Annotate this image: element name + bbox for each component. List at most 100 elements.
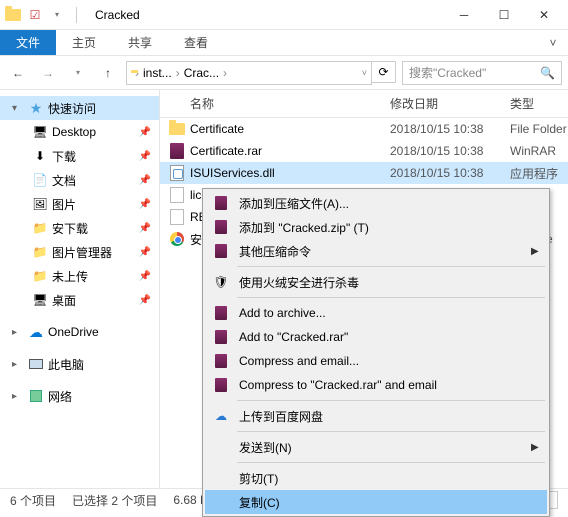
file-name: Certificate — [186, 122, 390, 136]
col-date[interactable]: 修改日期 — [390, 95, 510, 112]
sidebar-onedrive[interactable]: ▸ ☁ OneDrive — [0, 320, 159, 344]
sidebar-label: 快速访问 — [48, 100, 96, 117]
menu-item[interactable]: 剪切(T) — [205, 466, 547, 490]
sidebar-item[interactable]: ⬇ 下载 📌 — [0, 144, 159, 168]
titlebar: ☑ ▾ Cracked ─ ☐ ✕ — [0, 0, 568, 30]
submenu-arrow-icon: ▶ — [531, 246, 547, 257]
sidebar-item[interactable]: 📁 安下载 📌 — [0, 216, 159, 240]
window-title: Cracked — [95, 8, 140, 22]
star-icon: ★ — [28, 100, 44, 116]
sidebar-item-label: 未上传 — [52, 268, 88, 285]
menu-item[interactable]: 🛡 使用火绒安全进行杀毒 — [205, 270, 547, 294]
sidebar-item-icon: 🖥 — [32, 292, 48, 308]
sidebar-item[interactable]: 📄 文档 📌 — [0, 168, 159, 192]
submenu-arrow-icon: ▶ — [531, 442, 547, 453]
rar-icon — [209, 217, 233, 237]
rar-icon — [209, 241, 233, 261]
crumb-segment[interactable]: inst... — [143, 66, 172, 80]
sidebar-item-icon: 📁 — [32, 268, 48, 284]
chevron-right-icon[interactable]: › — [174, 66, 182, 80]
col-name[interactable]: 名称 — [160, 95, 390, 112]
sidebar-quick-access[interactable]: ▾ ★ 快速访问 — [0, 96, 159, 120]
menu-item-label: 发送到(N) — [233, 439, 531, 456]
refresh-button[interactable]: ⟳ — [372, 61, 396, 83]
txt-icon — [168, 187, 186, 203]
menu-item[interactable]: 添加到压缩文件(A)... — [205, 191, 547, 215]
menu-item[interactable]: Add to archive... — [205, 301, 547, 325]
file-row[interactable]: Certificate 2018/10/15 10:38 File Folder — [160, 118, 568, 140]
shield-icon: 🛡 — [209, 272, 233, 292]
pin-icon: 📌 — [139, 223, 151, 234]
menu-item[interactable]: Compress and email... — [205, 349, 547, 373]
rar-icon — [168, 143, 186, 159]
menu-item-label: 其他压缩命令 — [233, 243, 531, 260]
sidebar-item[interactable]: 🖼 图片 📌 — [0, 192, 159, 216]
file-date: 2018/10/15 10:38 — [390, 144, 510, 158]
chevron-right-icon[interactable]: › — [133, 66, 141, 80]
menu-item-label: 使用火绒安全进行杀毒 — [233, 274, 547, 291]
txt-icon — [168, 209, 186, 225]
file-row[interactable]: Certificate.rar 2018/10/15 10:38 WinRAR — [160, 140, 568, 162]
crumb-segment[interactable]: Crac... — [184, 66, 219, 80]
search-input[interactable]: 搜索"Cracked" 🔍 — [402, 61, 562, 85]
file-type: WinRAR — [510, 144, 568, 158]
menu-item[interactable]: 发送到(N) ▶ — [205, 435, 547, 459]
sidebar-item-icon: 📁 — [32, 244, 48, 260]
tab-view[interactable]: 查看 — [168, 30, 224, 55]
tab-share[interactable]: 共享 — [112, 30, 168, 55]
sidebar-item[interactable]: 📁 图片管理器 📌 — [0, 240, 159, 264]
sidebar-item-icon: 🖥 — [32, 124, 48, 140]
menu-item[interactable]: Compress to "Cracked.rar" and email — [205, 373, 547, 397]
pc-icon — [28, 356, 44, 372]
breadcrumb-dropdown-icon[interactable]: ˅ — [362, 68, 367, 78]
sidebar-item-label: 安下载 — [52, 220, 88, 237]
ribbon-expand-icon[interactable]: ˅ — [538, 30, 568, 55]
nav-up-button[interactable]: ↑ — [96, 61, 120, 85]
nav-recent-dropdown[interactable]: ▾ — [66, 61, 90, 85]
sidebar-item-label: 文档 — [52, 172, 76, 189]
sidebar-item-label: 图片管理器 — [52, 244, 112, 261]
sidebar-item-icon: 🖼 — [32, 196, 48, 212]
breadcrumb[interactable]: › inst... › Crac... › ˅ — [126, 61, 372, 85]
sidebar-item-label: 下载 — [52, 148, 76, 165]
file-type: File Folder — [510, 122, 568, 136]
menu-item[interactable]: 复制(C) — [205, 490, 547, 514]
file-row[interactable]: ISUIServices.dll 2018/10/15 10:38 应用程序 — [160, 162, 568, 184]
menu-item-label: 添加到压缩文件(A)... — [233, 195, 547, 212]
sidebar-item[interactable]: 📁 未上传 📌 — [0, 264, 159, 288]
close-button[interactable]: ✕ — [524, 1, 564, 29]
qat-checkbox-icon[interactable]: ☑ — [26, 6, 44, 24]
chevron-right-icon[interactable]: › — [221, 66, 229, 80]
tab-home[interactable]: 主页 — [56, 30, 112, 55]
sidebar-network[interactable]: ▸ 网络 — [0, 384, 159, 408]
search-placeholder: 搜索"Cracked" — [409, 64, 486, 81]
sidebar: ▾ ★ 快速访问 🖥 Desktop 📌⬇ 下载 📌📄 文档 📌🖼 图片 📌📁 … — [0, 90, 160, 488]
nav-forward-button[interactable]: → — [36, 61, 60, 85]
tab-file[interactable]: 文件 — [0, 30, 56, 55]
menu-item-label: 复制(C) — [233, 494, 547, 511]
folder-icon — [4, 6, 22, 24]
rar-icon — [209, 193, 233, 213]
sidebar-item-label: 桌面 — [52, 292, 76, 309]
menu-item[interactable]: ☁ 上传到百度网盘 — [205, 404, 547, 428]
sidebar-thispc[interactable]: ▸ 此电脑 — [0, 352, 159, 376]
expander-icon[interactable]: ▸ — [12, 359, 24, 370]
ribbon-tabs: 文件 主页 共享 查看 ˅ — [0, 30, 568, 56]
col-type[interactable]: 类型 — [510, 95, 568, 112]
navbar: ← → ▾ ↑ › inst... › Crac... › ˅ ⟳ 搜索"Cra… — [0, 56, 568, 90]
maximize-button[interactable]: ☐ — [484, 1, 524, 29]
menu-item[interactable]: 添加到 "Cracked.zip" (T) — [205, 215, 547, 239]
sidebar-item[interactable]: 🖥 Desktop 📌 — [0, 120, 159, 144]
file-name: Certificate.rar — [186, 144, 390, 158]
qat-dropdown-icon[interactable]: ▾ — [48, 6, 66, 24]
pin-icon: 📌 — [139, 199, 151, 210]
sidebar-item[interactable]: 🖥 桌面 📌 — [0, 288, 159, 312]
minimize-button[interactable]: ─ — [444, 1, 484, 29]
status-count: 6 个项目 — [10, 492, 56, 509]
menu-item[interactable]: Add to "Cracked.rar" — [205, 325, 547, 349]
menu-item[interactable]: 其他压缩命令 ▶ — [205, 239, 547, 263]
expander-icon[interactable]: ▸ — [12, 391, 24, 402]
expander-icon[interactable]: ▾ — [12, 103, 24, 114]
nav-back-button[interactable]: ← — [6, 61, 30, 85]
expander-icon[interactable]: ▸ — [12, 327, 24, 338]
